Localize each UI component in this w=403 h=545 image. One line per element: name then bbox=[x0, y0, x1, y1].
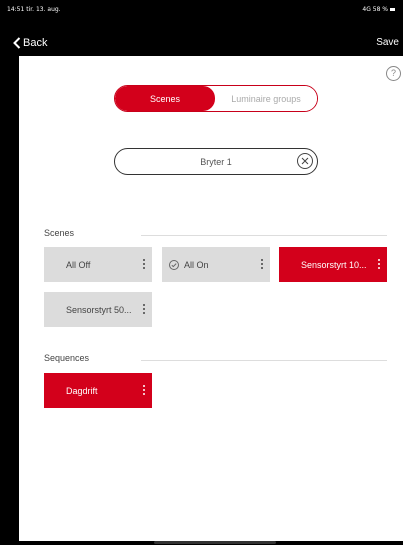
main-content: ? Scenes Luminaire groups Bryter 1 Scene… bbox=[19, 56, 403, 541]
scenes-divider bbox=[141, 235, 387, 236]
scene-type-segmented-control: Scenes Luminaire groups bbox=[114, 85, 318, 112]
scene-tile-all-off[interactable]: All Off bbox=[44, 247, 152, 282]
sequences-section-header: Sequences bbox=[44, 353, 90, 363]
more-menu-icon[interactable] bbox=[140, 381, 148, 399]
sequence-tile-dagdrift[interactable]: Dagdrift bbox=[44, 373, 152, 408]
clear-icon[interactable] bbox=[297, 153, 313, 169]
sequence-label: Dagdrift bbox=[66, 385, 98, 396]
navigation-bar: Back Save bbox=[0, 20, 403, 56]
back-label: Back bbox=[23, 37, 48, 49]
scenes-section-header: Scenes bbox=[44, 228, 75, 238]
scene-label: All On bbox=[184, 259, 209, 270]
chevron-left-icon bbox=[13, 37, 21, 49]
sequences-divider bbox=[141, 360, 387, 361]
scene-tile-sensorstyrt-50[interactable]: Sensorstyrt 50... bbox=[44, 292, 152, 327]
scene-label: All Off bbox=[66, 259, 91, 270]
status-time-date: 14:51 tir. 13. aug. bbox=[7, 6, 61, 13]
scene-label: Sensorstyrt 50... bbox=[66, 304, 132, 315]
home-indicator[interactable] bbox=[154, 541, 276, 544]
switch-selector-value: Bryter 1 bbox=[200, 156, 232, 167]
status-indicators: 4G 58 % bbox=[362, 6, 395, 13]
help-icon[interactable]: ? bbox=[386, 66, 401, 81]
scene-label-wrap: All On bbox=[169, 247, 209, 282]
scene-tile-all-on[interactable]: All On bbox=[162, 247, 270, 282]
back-button[interactable]: Back bbox=[13, 37, 47, 49]
tab-scenes[interactable]: Scenes bbox=[115, 86, 215, 111]
scene-tile-sensorstyrt-10[interactable]: Sensorstyrt 10... bbox=[279, 247, 387, 282]
more-menu-icon[interactable] bbox=[140, 300, 148, 318]
more-menu-icon[interactable] bbox=[375, 255, 383, 273]
network-status: 4G 58 % bbox=[362, 6, 388, 13]
tab-luminaire-groups[interactable]: Luminaire groups bbox=[215, 86, 317, 111]
more-menu-icon[interactable] bbox=[140, 255, 148, 273]
status-bar: 14:51 tir. 13. aug. 4G 58 % bbox=[0, 0, 403, 20]
switch-selector-field[interactable]: Bryter 1 bbox=[114, 148, 318, 175]
battery-icon bbox=[390, 8, 395, 11]
check-circle-icon bbox=[169, 259, 179, 270]
more-menu-icon[interactable] bbox=[258, 255, 266, 273]
save-button[interactable]: Save bbox=[376, 37, 399, 48]
scene-label: Sensorstyrt 10... bbox=[301, 259, 367, 270]
